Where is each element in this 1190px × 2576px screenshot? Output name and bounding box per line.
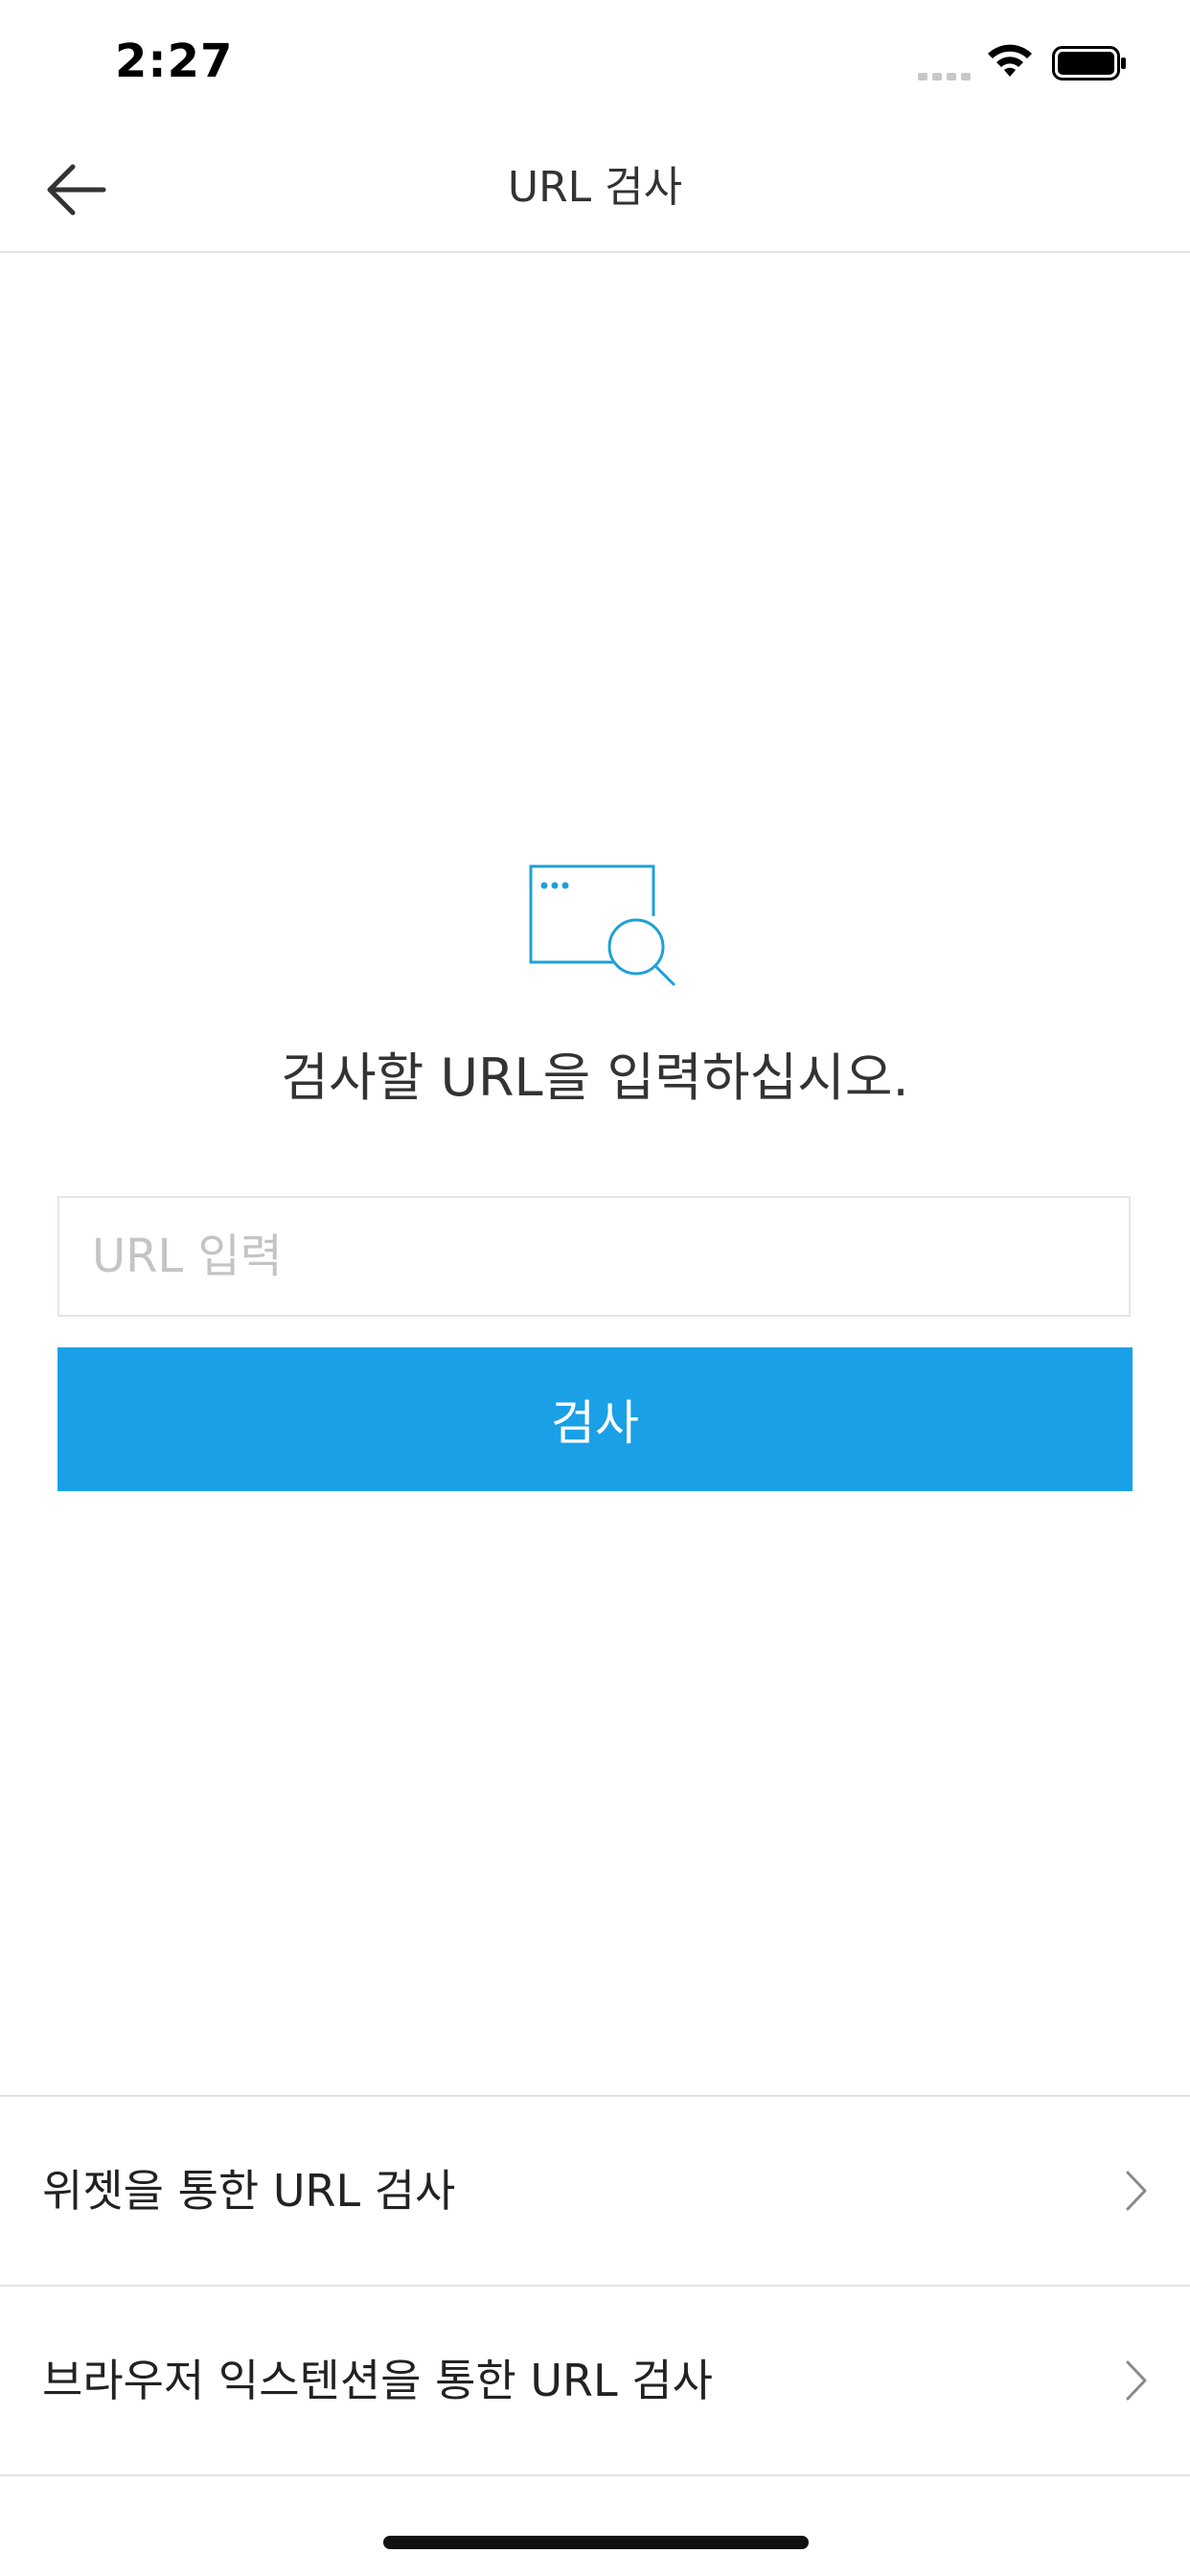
battery-icon — [1052, 46, 1126, 80]
back-button[interactable] — [38, 151, 115, 228]
list-item-browser-extension-scan[interactable]: 브라우저 익스텐션을 통한 URL 검사 — [0, 2287, 1190, 2476]
list-item-label: 위젯을 통한 URL 검사 — [42, 2165, 456, 2217]
browser-search-icon — [529, 864, 675, 986]
screen: 2:27 URL 검사 검사할 URL을 입력하십시오. URL 입력 검사 위… — [0, 0, 1190, 2576]
status-time: 2:27 — [115, 34, 234, 88]
page-title: URL 검사 — [507, 163, 683, 212]
chevron-right-icon — [1126, 2360, 1147, 2401]
scan-button[interactable]: 검사 — [57, 1347, 1133, 1491]
nav-bar: URL 검사 — [0, 125, 1190, 253]
arrow-left-icon — [47, 164, 106, 216]
list-item-label: 브라우저 익스텐션을 통한 URL 검사 — [42, 2355, 713, 2406]
list-item-widget-scan[interactable]: 위젯을 통한 URL 검사 — [0, 2097, 1190, 2287]
chevron-right-icon — [1126, 2171, 1147, 2211]
status-bar: 2:27 — [0, 0, 1190, 125]
url-input[interactable] — [57, 1196, 1131, 1317]
cell-signal-icon — [918, 73, 971, 80]
home-indicator — [383, 2536, 809, 2549]
prompt-text: 검사할 URL을 입력하십시오. — [281, 1047, 909, 1108]
wifi-icon — [988, 44, 1032, 77]
options-list: 위젯을 통한 URL 검사 브라우저 익스텐션을 통한 URL 검사 — [0, 2095, 1190, 2476]
